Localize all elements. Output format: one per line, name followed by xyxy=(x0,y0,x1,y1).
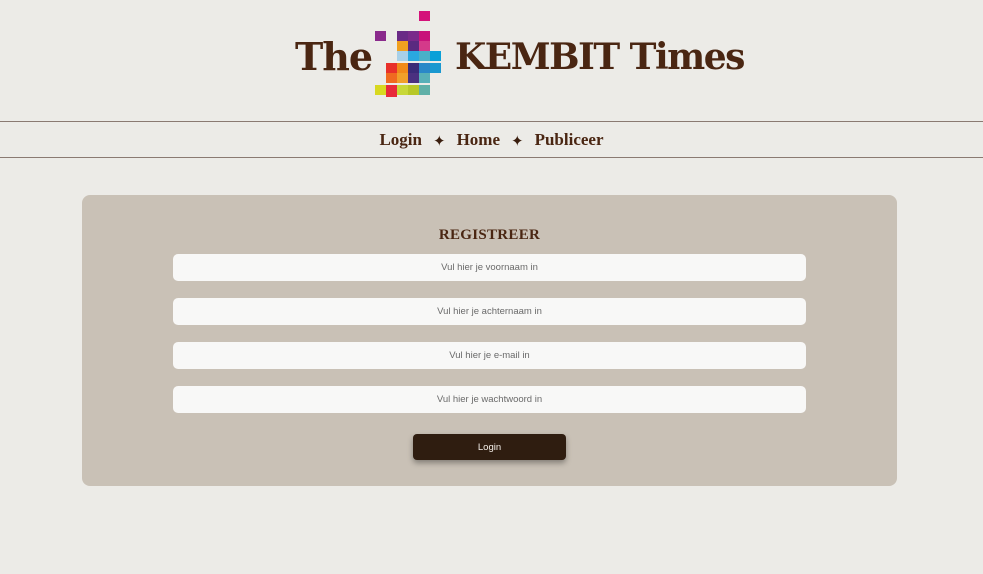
register-card: REGISTREER Login xyxy=(82,195,897,486)
star-separator-icon: ✦ xyxy=(511,132,524,150)
main-nav: Login ✦ Home ✦ Publiceer xyxy=(0,121,983,158)
password-input[interactable] xyxy=(173,386,806,413)
nav-publiceer-link[interactable]: Publiceer xyxy=(535,130,604,150)
star-separator-icon: ✦ xyxy=(433,132,446,150)
login-button[interactable]: Login xyxy=(413,434,566,460)
register-title: REGISTREER xyxy=(438,227,541,243)
nav-home-link[interactable]: Home xyxy=(457,130,500,150)
masthead: The KEMBIT Times xyxy=(0,0,983,121)
masthead-the: The xyxy=(295,34,373,79)
masthead-name: KEMBIT Times xyxy=(455,36,745,78)
kembit-pixel-logo xyxy=(375,11,441,97)
lastname-input[interactable] xyxy=(173,298,806,325)
nav-login-link[interactable]: Login xyxy=(379,130,422,150)
email-input[interactable] xyxy=(173,342,806,369)
firstname-input[interactable] xyxy=(173,254,806,281)
